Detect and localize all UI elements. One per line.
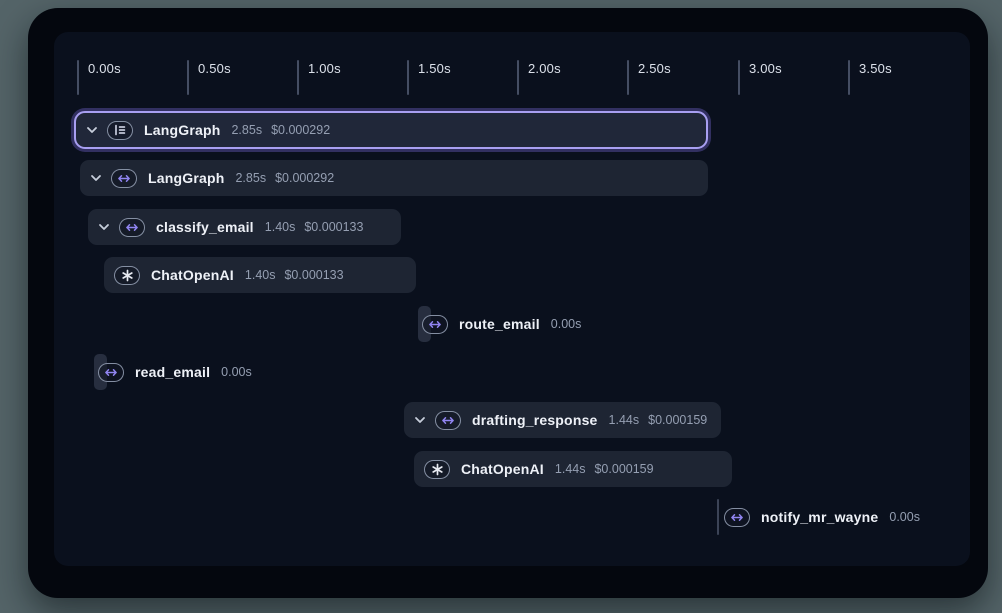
tick-label: 1.50s — [418, 61, 451, 76]
arrows-icon — [98, 363, 124, 382]
tick-line — [627, 60, 629, 95]
timeline-tick: 1.50s — [407, 60, 451, 95]
span-name: ChatOpenAI — [461, 461, 544, 477]
span-duration: 0.00s — [551, 317, 582, 331]
span-name: LangGraph — [144, 122, 220, 138]
timeline-tick: 3.00s — [738, 60, 782, 95]
span-cost: $0.000292 — [271, 123, 330, 137]
timeline-tick: 0.50s — [187, 60, 231, 95]
span-cost: $0.000133 — [304, 220, 363, 234]
span-row-read-email[interactable]: read_email 0.00s — [94, 354, 261, 390]
span-name: LangGraph — [148, 170, 224, 186]
tick-line — [407, 60, 409, 95]
span-cost: $0.000159 — [648, 413, 707, 427]
timeline-tick: 2.50s — [627, 60, 671, 95]
span-row-notify-mr-wayne[interactable]: notify_mr_wayne 0.00s — [717, 499, 929, 535]
arrows-icon — [422, 315, 448, 334]
tick-line — [738, 60, 740, 95]
span-row-chatopenai[interactable]: ChatOpenAI 1.44s $0.000159 — [414, 451, 732, 487]
tick-line — [187, 60, 189, 95]
span-row-drafting-response[interactable]: drafting_response 1.44s $0.000159 — [404, 402, 721, 438]
tree-icon — [107, 121, 133, 140]
tick-line — [77, 60, 79, 95]
tick-label: 0.00s — [88, 61, 121, 76]
arrows-icon — [724, 508, 750, 527]
span-duration: 2.85s — [235, 171, 266, 185]
tick-label: 0.50s — [198, 61, 231, 76]
span-row-route-email[interactable]: route_email 0.00s — [418, 306, 590, 342]
span-name: drafting_response — [472, 412, 598, 428]
span-name: route_email — [459, 316, 540, 332]
span-duration: 0.00s — [889, 510, 920, 524]
tick-label: 2.00s — [528, 61, 561, 76]
span-duration: 0.00s — [221, 365, 252, 379]
tick-label: 2.50s — [638, 61, 671, 76]
tick-line — [297, 60, 299, 95]
chevron-down-icon[interactable] — [86, 126, 98, 134]
tick-label: 3.50s — [859, 61, 892, 76]
span-name: classify_email — [156, 219, 254, 235]
span-duration: 1.40s — [265, 220, 296, 234]
timeline-tick: 3.50s — [848, 60, 892, 95]
timeline-tick: 0.00s — [77, 60, 121, 95]
tick-label: 1.00s — [308, 61, 341, 76]
span-duration: 2.85s — [231, 123, 262, 137]
span-row-langgraph[interactable]: LangGraph 2.85s $0.000292 — [80, 160, 708, 196]
arrows-icon — [111, 169, 137, 188]
openai-icon — [424, 460, 450, 479]
zero-duration-marker — [717, 499, 719, 535]
span-row-langgraph-root[interactable]: LangGraph 2.85s $0.000292 — [74, 111, 708, 149]
span-duration: 1.40s — [245, 268, 276, 282]
openai-icon — [114, 266, 140, 285]
span-cost: $0.000159 — [594, 462, 653, 476]
timeline-tick: 2.00s — [517, 60, 561, 95]
span-duration: 1.44s — [555, 462, 586, 476]
span-name: notify_mr_wayne — [761, 509, 878, 525]
span-cost: $0.000292 — [275, 171, 334, 185]
span-row-classify-email[interactable]: classify_email 1.40s $0.000133 — [88, 209, 401, 245]
span-name: ChatOpenAI — [151, 267, 234, 283]
tick-line — [848, 60, 850, 95]
arrows-icon — [119, 218, 145, 237]
tick-line — [517, 60, 519, 95]
page-background: 0.00s 0.50s 1.00s 1.50s 2.00s 2.50s 3.00… — [0, 0, 1002, 613]
arrows-icon — [435, 411, 461, 430]
timeline-tick: 1.00s — [297, 60, 341, 95]
chevron-down-icon[interactable] — [414, 416, 426, 424]
span-name: read_email — [135, 364, 210, 380]
tick-label: 3.00s — [749, 61, 782, 76]
span-row-chatopenai[interactable]: ChatOpenAI 1.40s $0.000133 — [104, 257, 416, 293]
chevron-down-icon[interactable] — [98, 223, 110, 231]
span-cost: $0.000133 — [284, 268, 343, 282]
chevron-down-icon[interactable] — [90, 174, 102, 182]
span-duration: 1.44s — [609, 413, 640, 427]
